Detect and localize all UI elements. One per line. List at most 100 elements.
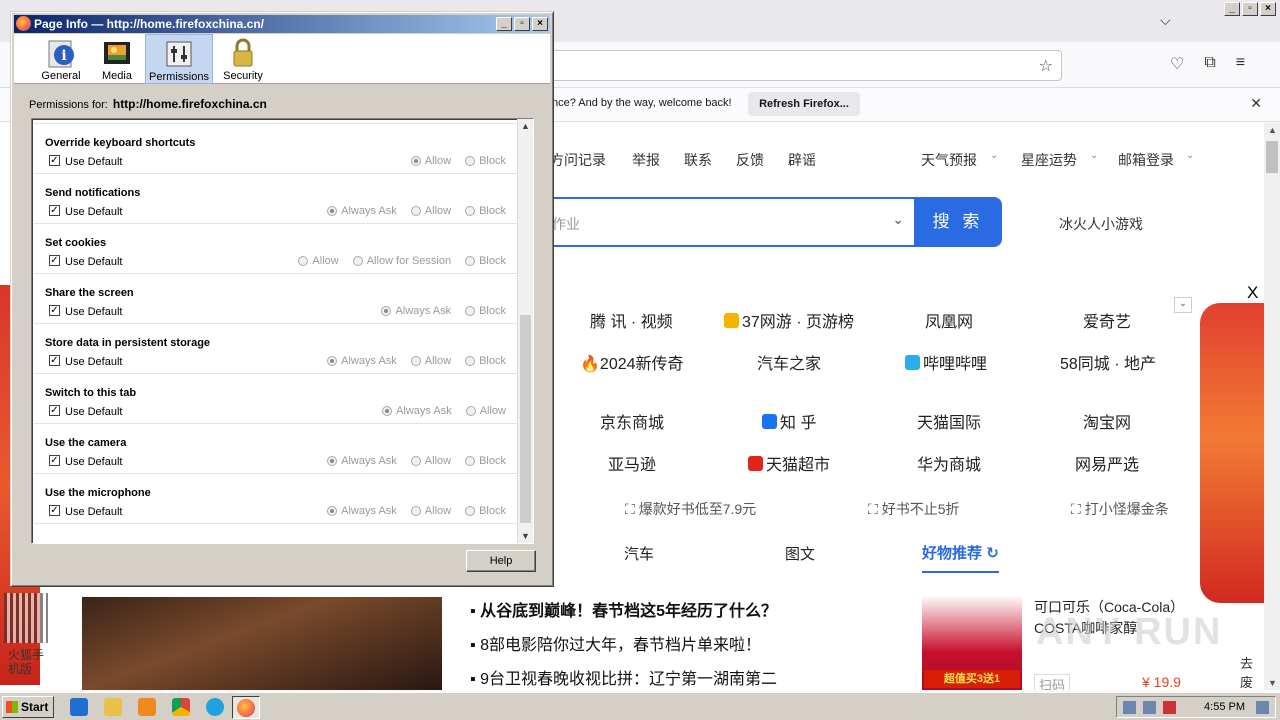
site-link[interactable]: 汽车之家 — [757, 350, 821, 374]
flag-icon[interactable] — [1163, 701, 1176, 714]
radio-button[interactable] — [327, 356, 338, 366]
site-link[interactable]: 华为商城 — [917, 451, 981, 475]
permission-radio[interactable]: Allow — [410, 505, 451, 517]
site-link[interactable]: 37网游 · 页游榜 — [724, 308, 854, 332]
radio-button[interactable] — [465, 356, 476, 366]
site-link[interactable]: 58同城 · 地产 — [1060, 350, 1156, 374]
scroll-up-icon[interactable]: ▲ — [1268, 125, 1277, 135]
top-link[interactable]: 举报 — [632, 150, 660, 170]
permission-radio[interactable]: Block — [465, 305, 506, 317]
site-link[interactable]: 亚马逊 — [608, 451, 656, 475]
permission-radio[interactable]: Allow — [298, 255, 339, 267]
horoscope-dropdown[interactable]: 星座运势 — [1021, 150, 1077, 170]
permission-radio[interactable]: Block — [465, 155, 506, 167]
permission-radio[interactable]: Always Ask — [327, 355, 397, 367]
firefox-taskbar-button[interactable] — [232, 696, 260, 719]
radio-button[interactable] — [327, 506, 338, 516]
radio-button[interactable] — [465, 506, 476, 516]
page-scrollbar[interactable]: ▲ ▼ — [1264, 123, 1280, 690]
permission-radio[interactable]: Allow — [410, 155, 451, 167]
refresh-icon[interactable]: ↻ — [986, 545, 999, 562]
dialog-titlebar[interactable]: Page Info — http://home.firefoxchina.cn/… — [14, 15, 550, 33]
close-button[interactable]: × — [532, 17, 548, 31]
scroll-thumb[interactable] — [1266, 141, 1278, 173]
use-default-checkbox[interactable]: ✓ — [49, 405, 60, 416]
permission-radio[interactable]: Block — [465, 505, 506, 517]
bookmark-star-icon[interactable]: ☆ — [1039, 56, 1053, 76]
close-icon[interactable]: ✕ — [1250, 95, 1262, 112]
site-link[interactable]: 京东商城 — [600, 409, 664, 433]
show-desktop-icon[interactable] — [1256, 701, 1269, 714]
permission-radio[interactable]: Always Ask — [381, 305, 451, 317]
radio-button[interactable] — [327, 456, 338, 466]
radio-button[interactable] — [381, 306, 392, 316]
use-default-checkbox[interactable]: ✓ — [49, 305, 60, 316]
top-link[interactable]: 反馈 — [736, 150, 764, 170]
site-link[interactable]: 天猫超市 — [748, 451, 830, 475]
game-link[interactable]: 冰火人小游戏 — [1059, 214, 1143, 234]
top-link[interactable]: 辟谣 — [788, 150, 816, 170]
permission-radio[interactable]: Always Ask — [382, 405, 452, 417]
minimize-button[interactable]: _ — [496, 17, 512, 31]
media-player-icon[interactable] — [138, 698, 156, 716]
tab-permissions[interactable]: Permissions — [145, 34, 213, 84]
scroll-down-icon[interactable]: ▼ — [521, 531, 530, 541]
haowu-tab[interactable]: 好物推荐 ↻ — [922, 542, 999, 573]
news-item[interactable]: ▪ 8部电影陪你过大年，春节档片单来啦！ — [470, 631, 761, 655]
refresh-firefox-button[interactable]: Refresh Firefox... — [748, 92, 860, 116]
use-default-checkbox[interactable]: ✓ — [49, 505, 60, 516]
tab-security[interactable]: Security — [221, 34, 265, 84]
site-link[interactable]: 爱奇艺 — [1083, 308, 1131, 332]
site-link[interactable]: 凤凰网 — [925, 308, 973, 332]
chrome-icon[interactable] — [172, 698, 190, 716]
radio-button[interactable] — [465, 406, 476, 416]
permission-radio[interactable]: Always Ask — [327, 505, 397, 517]
minimize-button[interactable]: _ — [1224, 2, 1240, 16]
promo-link[interactable]: ⛶ 好书不止5折 — [868, 499, 960, 519]
start-button[interactable]: Start — [2, 696, 54, 718]
permission-radio[interactable]: Always Ask — [327, 455, 397, 467]
news-item[interactable]: ▪ 9台卫视春晚收视比拼：辽宁第一湖南第二 — [470, 665, 777, 689]
folder-icon[interactable] — [104, 698, 122, 716]
scan-button[interactable]: 扫码 — [1034, 674, 1071, 690]
search-input[interactable]: 作业 ⌄ — [540, 197, 914, 247]
use-default-checkbox[interactable]: ✓ — [49, 255, 60, 266]
permission-radio[interactable]: Allow — [410, 205, 451, 217]
radio-button[interactable] — [410, 206, 421, 216]
news-item[interactable]: ▪ 从谷底到巅峰！春节档这5年经历了什么？ — [470, 597, 777, 621]
pocket-icon[interactable]: ♡ — [1170, 54, 1184, 74]
tab-list-chevron-icon[interactable]: ⌵ — [1160, 12, 1171, 29]
volume-icon[interactable] — [1123, 701, 1136, 714]
permission-radio[interactable]: Allow — [410, 455, 451, 467]
radio-button[interactable] — [410, 456, 421, 466]
network-icon[interactable] — [1143, 701, 1156, 714]
radio-button[interactable] — [465, 306, 476, 316]
permission-radio[interactable]: Always Ask — [327, 205, 397, 217]
edge-icon[interactable] — [206, 698, 224, 716]
radio-button[interactable] — [327, 206, 338, 216]
radio-button[interactable] — [410, 506, 421, 516]
site-link[interactable]: 知 乎 — [762, 409, 816, 433]
top-link[interactable]: 联系 — [684, 150, 712, 170]
news-image[interactable] — [82, 597, 442, 690]
site-link[interactable]: 🔥2024新传奇 — [580, 350, 684, 374]
site-link[interactable]: 腾 讯 · 视频 — [590, 308, 673, 332]
site-link[interactable]: 天猫国际 — [917, 409, 981, 433]
help-button[interactable]: Help — [466, 550, 536, 572]
radio-button[interactable] — [352, 256, 363, 266]
tab-pictures[interactable]: 图文 — [785, 543, 815, 564]
chevron-down-icon[interactable]: ⌄ — [990, 150, 998, 161]
use-default-checkbox[interactable]: ✓ — [49, 155, 60, 166]
use-default-checkbox[interactable]: ✓ — [49, 205, 60, 216]
radio-button[interactable] — [382, 406, 393, 416]
permission-radio[interactable]: Allow for Session — [352, 255, 451, 267]
email-login-dropdown[interactable]: 邮箱登录 — [1118, 150, 1174, 170]
radio-button[interactable] — [465, 256, 476, 266]
search-button[interactable]: 搜 索 — [914, 197, 1002, 247]
radio-button[interactable] — [410, 156, 421, 166]
top-link[interactable]: 方问记录 — [550, 150, 606, 170]
radio-button[interactable] — [410, 356, 421, 366]
chevron-down-icon[interactable]: ⌄ — [892, 211, 904, 228]
permission-radio[interactable]: Allow — [410, 355, 451, 367]
radio-button[interactable] — [465, 156, 476, 166]
